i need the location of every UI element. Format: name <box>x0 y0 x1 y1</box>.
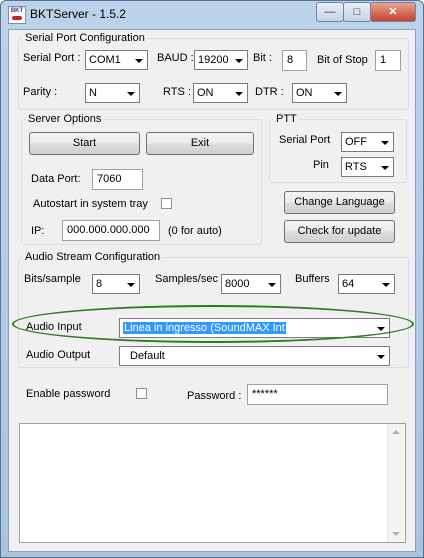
change-language-button[interactable]: Change Language <box>284 191 395 214</box>
chevron-down-icon[interactable] <box>264 276 279 292</box>
scroll-down-icon[interactable] <box>392 532 400 536</box>
scroll-up-icon[interactable] <box>392 430 400 434</box>
chevron-down-icon[interactable] <box>330 85 345 101</box>
buffers-label: Buffers <box>295 273 330 285</box>
parity-label: Parity : <box>23 86 58 98</box>
dtr-label: DTR : <box>255 86 284 98</box>
audio-output-label: Audio Output <box>26 349 91 361</box>
log-textarea[interactable] <box>19 423 406 543</box>
dtr-value: ON <box>296 87 313 99</box>
samples-sec-value: 8000 <box>225 278 250 290</box>
app-icon: BKT <box>8 6 26 24</box>
maximize-button[interactable]: □ <box>343 2 371 22</box>
baud-value: 19200 <box>198 54 229 66</box>
ptt-serial-port-label: Serial Port <box>279 134 331 146</box>
close-button[interactable]: ✕ <box>370 2 416 22</box>
enable-password-label: Enable password <box>26 388 111 400</box>
bits-sample-label: Bits/sample <box>24 273 81 285</box>
bit-field[interactable]: 8 <box>282 50 307 71</box>
ptt-pin-label: Pin <box>313 159 329 171</box>
bits-sample-value: 8 <box>96 278 103 290</box>
chevron-down-icon[interactable] <box>231 85 246 101</box>
ptt-pin-select[interactable]: RTS <box>341 157 394 177</box>
app-icon-text: BKT <box>10 8 24 14</box>
chevron-down-icon[interactable] <box>377 134 392 150</box>
samples-sec-select[interactable]: 8000 <box>221 274 281 294</box>
serial-port-legend: Serial Port Configuration <box>25 32 145 44</box>
bit-of-stop-label: Bit of Stop <box>317 54 368 66</box>
window-title: BKTServer - 1.5.2 <box>30 7 127 21</box>
chevron-down-icon[interactable] <box>373 348 388 364</box>
password-label: Password : <box>187 390 242 402</box>
samples-sec-label: Samples/sec <box>155 273 218 285</box>
ptt-serial-port-select[interactable]: OFF <box>341 132 394 152</box>
chevron-down-icon[interactable] <box>123 276 138 292</box>
password-field[interactable]: ****** <box>247 384 388 405</box>
rts-select[interactable]: ON <box>193 83 248 103</box>
parity-value: N <box>89 87 97 99</box>
dtr-select[interactable]: ON <box>292 83 347 103</box>
highlight-ellipse <box>12 305 414 343</box>
serial-port-value: COM1 <box>89 54 121 66</box>
enable-password-checkbox[interactable] <box>136 388 147 399</box>
baud-label: BAUD : <box>157 52 194 64</box>
autostart-label: Autostart in system tray <box>33 198 148 210</box>
data-port-label: Data Port: <box>31 173 81 185</box>
bit-of-stop-field[interactable]: 1 <box>375 50 401 71</box>
server-options-legend: Server Options <box>28 113 102 125</box>
ip-field[interactable]: 000.000.000.000 <box>62 220 160 241</box>
serial-port-select[interactable]: COM1 <box>85 50 148 70</box>
bits-sample-select[interactable]: 8 <box>92 274 140 294</box>
buffers-value: 64 <box>342 278 355 290</box>
serial-port-label: Serial Port : <box>23 52 81 64</box>
bit-of-stop-value: 1 <box>380 54 387 66</box>
audio-output-value: Default <box>130 350 165 362</box>
buffers-select[interactable]: 64 <box>338 274 395 294</box>
log-scrollbar[interactable] <box>387 424 405 542</box>
ptt-serial-port-value: OFF <box>345 136 367 148</box>
chevron-down-icon[interactable] <box>123 85 138 101</box>
minimize-button[interactable]: — <box>316 2 344 22</box>
check-for-update-button[interactable]: Check for update <box>284 220 395 243</box>
ip-label: IP: <box>31 225 45 237</box>
rts-label: RTS : <box>163 86 191 98</box>
title-bar[interactable]: BKT BKTServer - 1.5.2 — □ ✕ <box>1 1 423 29</box>
ptt-pin-value: RTS <box>345 161 367 173</box>
audio-output-select[interactable]: Default <box>119 346 390 366</box>
ptt-legend: PTT <box>276 113 297 125</box>
password-value: ****** <box>252 388 278 400</box>
ip-hint: (0 for auto) <box>168 225 222 237</box>
ip-value: 000.000.000.000 <box>67 224 150 236</box>
chevron-down-icon[interactable] <box>377 159 392 175</box>
bit-value: 8 <box>287 54 294 66</box>
autostart-checkbox[interactable] <box>161 198 172 209</box>
chevron-down-icon[interactable] <box>231 52 246 68</box>
baud-select[interactable]: 19200 <box>194 50 248 70</box>
start-button[interactable]: Start <box>29 132 140 155</box>
data-port-value: 7060 <box>97 173 122 185</box>
exit-button[interactable]: Exit <box>146 132 254 155</box>
audio-stream-legend: Audio Stream Configuration <box>25 251 161 263</box>
chevron-down-icon[interactable] <box>378 276 393 292</box>
parity-select[interactable]: N <box>85 83 140 103</box>
data-port-field[interactable]: 7060 <box>92 169 143 190</box>
rts-value: ON <box>197 87 214 99</box>
bit-label: Bit : <box>253 52 272 64</box>
chevron-down-icon[interactable] <box>131 52 146 68</box>
